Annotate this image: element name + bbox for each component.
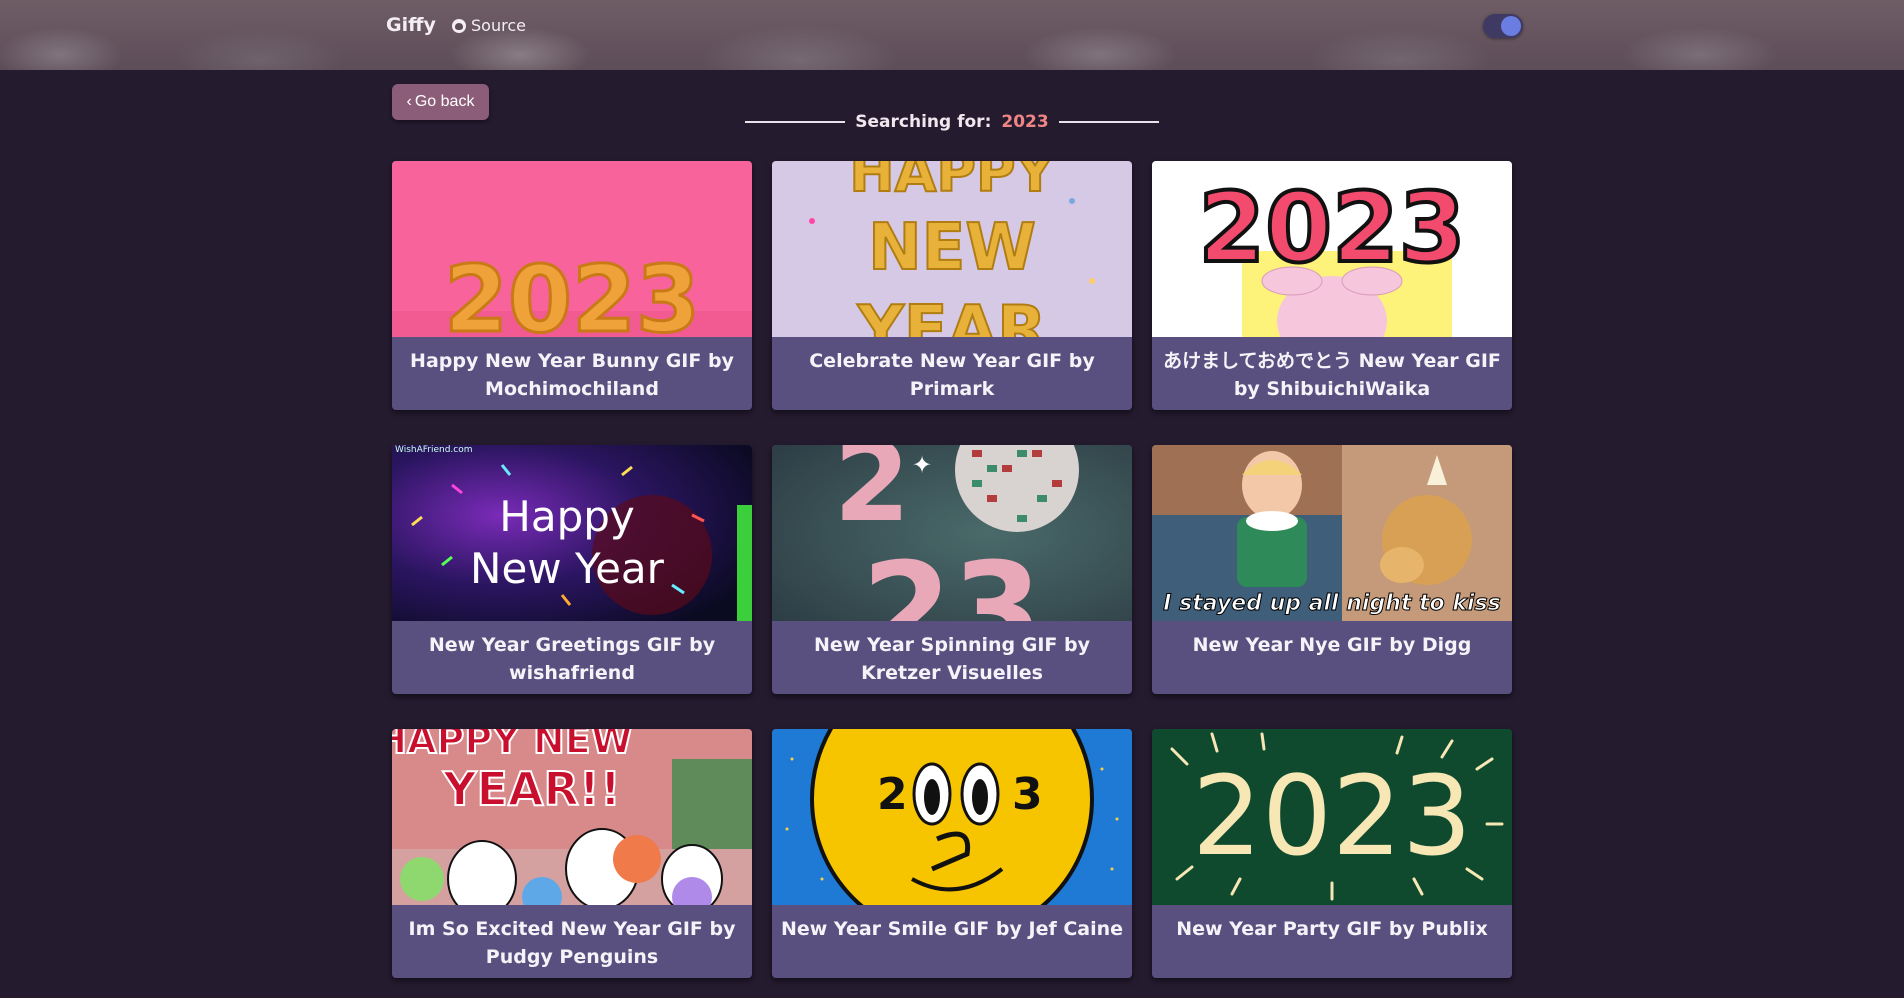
divider-right <box>1058 121 1159 123</box>
gif-card[interactable]: 2 23 ✦ New Year Spinning GIF by Kretzer … <box>772 445 1132 694</box>
thumb-text: 2023 <box>1192 752 1472 880</box>
svg-text:Happy: Happy <box>499 492 635 541</box>
svg-text:HAPPY: HAPPY <box>849 161 1055 204</box>
svg-text:3: 3 <box>1012 769 1043 820</box>
top-header: Giffy Source <box>0 0 1904 70</box>
gif-card[interactable]: 2023 あけましておめでとう New Year GIF by Shibuich… <box>1152 161 1512 410</box>
gif-caption: Im So Excited New Year GIF by Pudgy Peng… <box>408 918 736 968</box>
gif-caption: New Year Greetings GIF by wishafriend <box>428 634 716 684</box>
thumb-text: YEAR!! <box>442 762 621 816</box>
source-link[interactable]: Source <box>452 16 526 35</box>
gif-thumbnail[interactable]: WishAFriend.com Happy New Year <box>392 445 752 621</box>
thumb-text: 2023 <box>1198 172 1465 284</box>
theme-toggle[interactable] <box>1483 14 1523 38</box>
search-prefix: Searching for: <box>855 112 992 132</box>
gif-thumbnail[interactable]: 2 3 <box>772 729 1132 905</box>
thumb-text: I stayed up all night to kiss <box>1163 591 1500 616</box>
gif-card[interactable]: 2023 New Year Party GIF by Publix <box>1152 729 1512 978</box>
go-back-label: Go back <box>414 93 475 110</box>
gif-caption: Celebrate New Year GIF by Primark <box>809 350 1095 400</box>
gif-card[interactable]: 2 3 New Year Smile GIF by Jef Caine <box>772 729 1132 978</box>
gif-thumbnail[interactable]: 2023 <box>392 161 752 337</box>
app-logo[interactable]: Giffy <box>386 14 436 36</box>
gif-caption: New Year Smile GIF by Jef Caine <box>780 918 1124 940</box>
gif-card[interactable]: HAPPY NEW YEAR!! Im So Excited New Year … <box>392 729 752 978</box>
gif-thumbnail[interactable]: 2023 <box>1152 729 1512 905</box>
svg-text:NEW: NEW <box>868 211 1036 285</box>
toggle-knob <box>1501 16 1521 36</box>
gif-thumbnail[interactable]: 2 23 ✦ <box>772 445 1132 621</box>
gif-card[interactable]: I stayed up all night to kiss New Year N… <box>1152 445 1512 694</box>
gif-caption: あけましておめでとう New Year GIF by ShibuichiWaik… <box>1163 350 1501 400</box>
svg-text:YEAR: YEAR <box>857 293 1047 337</box>
gif-thumbnail[interactable]: HAPPY NEW YEAR!! <box>392 729 752 905</box>
gif-thumbnail[interactable]: 2023 <box>1152 161 1512 337</box>
results-grid: 2023 Happy New Year Bunny GIF by Mochimo… <box>392 161 1514 978</box>
gif-card[interactable]: WishAFriend.com Happy New Year New Year … <box>392 445 752 694</box>
svg-text:23: 23 <box>862 534 1043 621</box>
svg-text:2: 2 <box>877 769 908 820</box>
gif-caption: New Year Nye GIF by Digg <box>1192 634 1472 656</box>
github-icon <box>452 18 466 33</box>
gif-caption: Happy New Year Bunny GIF by Mochimochila… <box>410 350 734 400</box>
chevron-left-icon: ‹ <box>406 93 412 110</box>
svg-text:2: 2 <box>834 445 911 546</box>
gif-caption: New Year Spinning GIF by Kretzer Visuell… <box>813 634 1090 684</box>
source-link-label: Source <box>471 16 526 35</box>
thumb-text: 2023 <box>444 246 700 337</box>
divider-left <box>745 121 846 123</box>
svg-text:HAPPY NEW: HAPPY NEW <box>392 729 633 762</box>
gif-thumbnail[interactable]: I stayed up all night to kiss <box>1152 445 1512 621</box>
gif-caption: New Year Party GIF by Publix <box>1176 918 1488 940</box>
gif-card[interactable]: 2023 Happy New Year Bunny GIF by Mochimo… <box>392 161 752 410</box>
header-background <box>0 0 1904 70</box>
svg-text:✦: ✦ <box>912 451 932 479</box>
gif-thumbnail[interactable]: HAPPY NEW YEAR <box>772 161 1132 337</box>
svg-text:New Year: New Year <box>470 544 665 593</box>
search-heading: Searching for: 2023 <box>0 112 1904 132</box>
gif-card[interactable]: HAPPY NEW YEAR Celebrate New Year GIF by… <box>772 161 1132 410</box>
search-term: 2023 <box>1001 112 1049 132</box>
watermark: WishAFriend.com <box>395 445 473 455</box>
